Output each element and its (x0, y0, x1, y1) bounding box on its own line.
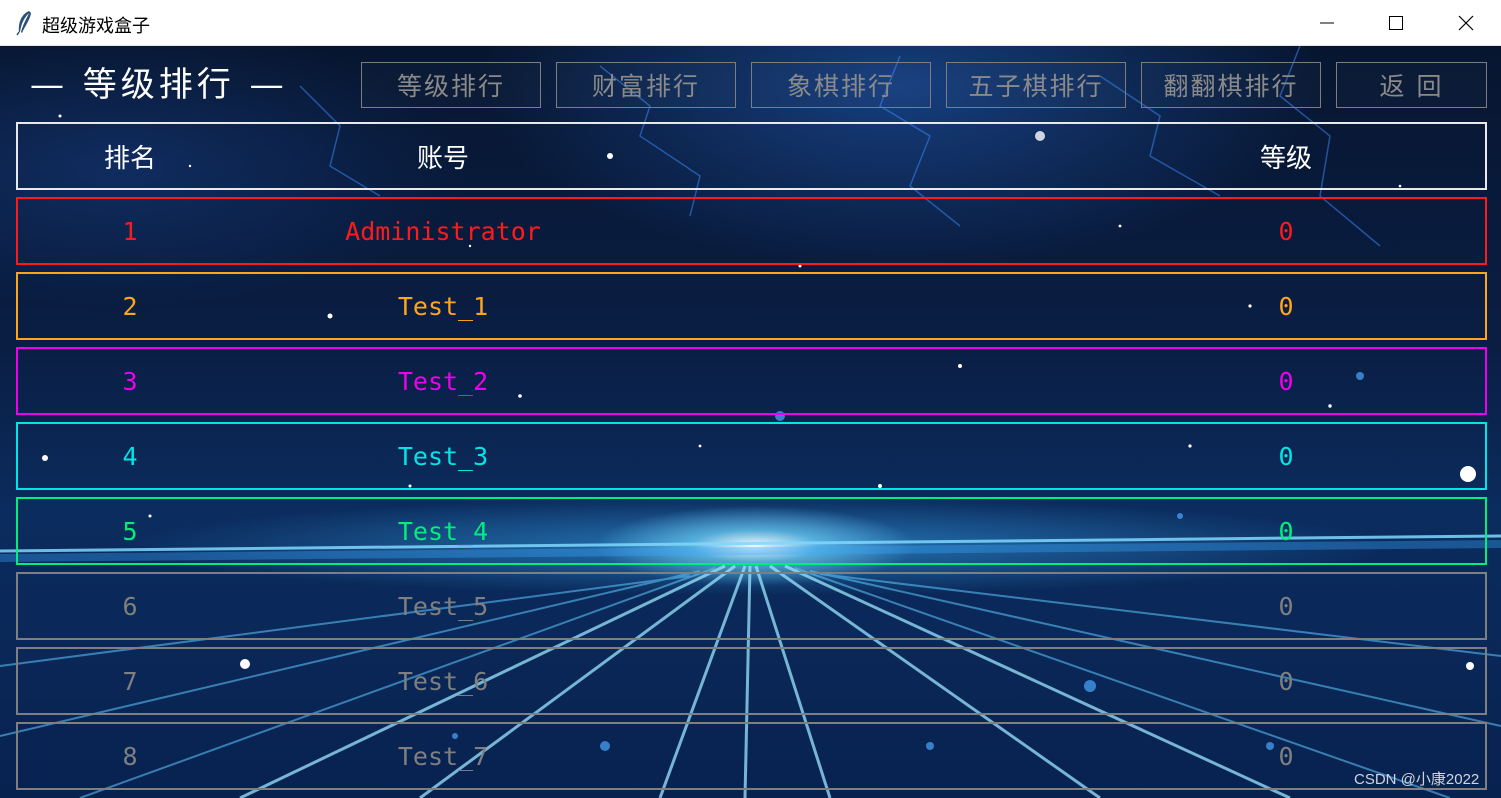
close-icon (1458, 15, 1474, 31)
watermark: CSDN @小康2022 (1354, 771, 1480, 788)
row-rank: 3 (122, 366, 138, 396)
maximize-button[interactable] (1361, 0, 1431, 46)
page-title: — 等级排行 — (30, 65, 288, 105)
row-account: Test_1 (397, 291, 489, 321)
table-row: 3 Test_2 0 (16, 347, 1487, 415)
row-level: 0 (1278, 591, 1294, 621)
row-level: 0 (1278, 441, 1294, 471)
row-rank: 1 (122, 216, 138, 246)
row-rank: 6 (122, 591, 138, 621)
row-account: Test_7 (397, 741, 489, 771)
table-row: 6 Test_5 0 (16, 572, 1487, 640)
window-title: 超级游戏盒子 (42, 16, 150, 37)
table-row: 8 Test_7 0 (16, 722, 1487, 790)
row-level: 0 (1278, 666, 1294, 696)
table-row: 1 Administrator 0 (16, 197, 1487, 265)
table-row: 4 Test_3 0 (16, 422, 1487, 490)
row-account: Test_4 (397, 516, 489, 546)
row-rank: 8 (122, 741, 138, 771)
close-button[interactable] (1431, 0, 1501, 46)
row-level: 0 (1278, 291, 1294, 321)
minimize-button[interactable] (1292, 0, 1362, 46)
table-row: 5 Test_4 0 (16, 497, 1487, 565)
window-title-bar: 超级游戏盒子 (0, 0, 1501, 46)
row-rank: 5 (122, 516, 138, 546)
table-row: 2 Test_1 0 (16, 272, 1487, 340)
row-account: Administrator (345, 216, 541, 246)
row-level: 0 (1278, 516, 1294, 546)
maximize-icon (1389, 16, 1403, 30)
row-account: Test_5 (397, 591, 489, 621)
column-header-level: 等级 (1259, 143, 1312, 174)
row-account: Test_6 (397, 666, 489, 696)
flip-chess-ranking-button[interactable]: 翻翻棋排行 (1141, 62, 1321, 108)
level-ranking-button[interactable]: 等级排行 (361, 62, 541, 108)
back-button[interactable]: 返 回 (1336, 62, 1487, 108)
gomoku-ranking-button[interactable]: 五子棋排行 (946, 62, 1126, 108)
column-header-account: 账号 (416, 143, 469, 174)
row-rank: 4 (122, 441, 138, 471)
row-account: Test_3 (397, 441, 489, 471)
feather-icon (16, 11, 31, 36)
row-level: 0 (1278, 366, 1294, 396)
row-rank: 7 (122, 666, 138, 696)
minimize-icon (1320, 22, 1334, 24)
column-header-rank: 排名 (103, 143, 156, 174)
chess-ranking-button[interactable]: 象棋排行 (751, 62, 931, 108)
row-level: 0 (1278, 741, 1294, 771)
row-account: Test_2 (397, 366, 489, 396)
app-window: 超级游戏盒子 — 等级排行 — 等级排行 财富排行 象棋排行 五子棋排行 翻翻棋… (0, 0, 1501, 798)
row-level: 0 (1278, 216, 1294, 246)
row-rank: 2 (122, 291, 138, 321)
table-row: 7 Test_6 0 (16, 647, 1487, 715)
ranking-table-header: 排名 账号 等级 (16, 122, 1487, 190)
wealth-ranking-button[interactable]: 财富排行 (556, 62, 736, 108)
